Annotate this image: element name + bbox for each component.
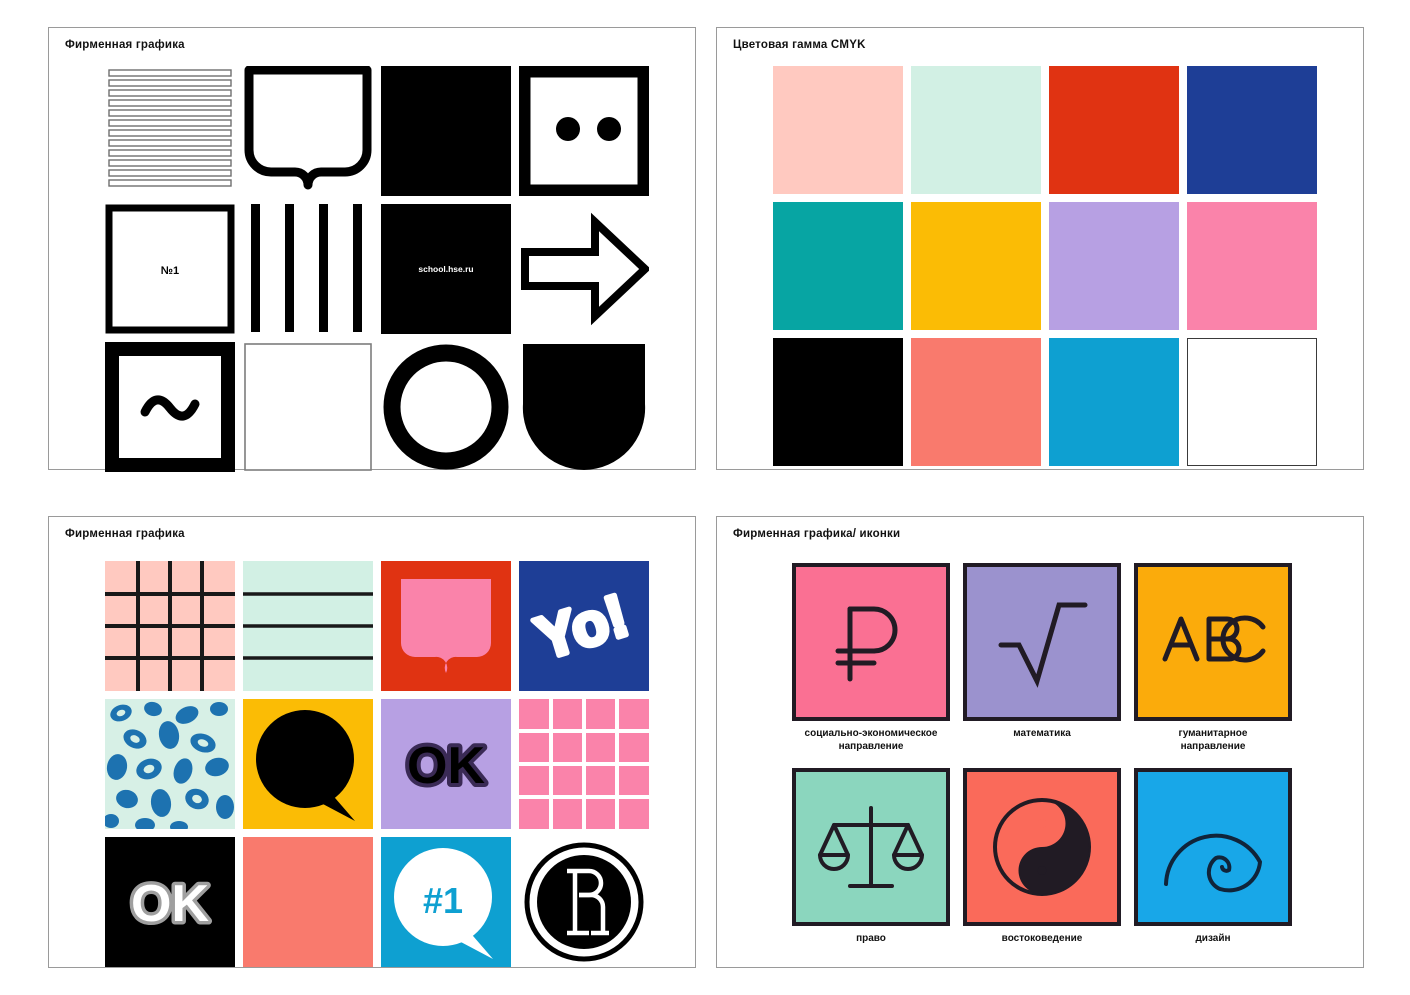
panel-brand-graphics-patterns: Фирменная графика Yo! OK OK #1 — [48, 516, 696, 968]
swatch-red-orange — [1049, 66, 1179, 194]
ruble-sign-icon — [835, 606, 898, 682]
icon-humanities: гуманитарное направление — [1134, 563, 1292, 761]
square-root-icon — [998, 602, 1088, 688]
number-one-label: №1 — [161, 265, 179, 277]
icon-design-box — [1134, 768, 1292, 926]
pink-tile-grid-tile — [519, 699, 649, 829]
swatch-lavender — [1049, 202, 1179, 330]
icon-oriental-studies-box — [963, 768, 1121, 926]
spiral-icon — [1164, 833, 1263, 893]
icon-social-economics: социально-экономическое направление — [792, 563, 950, 761]
pattern-graphics-grid: Yo! OK OK #1 — [105, 561, 649, 967]
icon-design-label: дизайн — [1195, 933, 1231, 944]
balance-scales-icon — [818, 806, 924, 888]
cmyk-swatch-grid — [773, 66, 1317, 466]
icon-oriental-studies-label: востоковедение — [1001, 933, 1083, 944]
icon-social-economics-label: социально-экономическое направление — [804, 728, 938, 752]
pink-checker-grid-tile — [105, 561, 235, 691]
ok-label-outline: OK — [407, 737, 485, 795]
ok-white-on-black-tile: OK — [105, 837, 235, 967]
horizontal-stripes-tile — [105, 66, 235, 196]
swatch-salmon — [911, 338, 1041, 466]
icon-mathematics-label: математика — [1013, 728, 1071, 739]
solid-black-square-tile — [381, 66, 511, 196]
shield-solid-tile — [519, 342, 649, 472]
swatch-white — [1187, 338, 1317, 466]
swatch-royal-blue — [1187, 66, 1317, 194]
tilde-frame-tile — [105, 342, 235, 472]
brand-guideline-page: Фирменная графика №1 school.hse.ru Цвето… — [0, 0, 1410, 995]
icon-design: дизайн — [1134, 768, 1292, 966]
swatch-sky-blue — [1049, 338, 1179, 466]
yin-yang-icon — [993, 798, 1091, 896]
url-label: school.hse.ru — [418, 264, 473, 274]
swatch-teal — [773, 202, 903, 330]
icon-law: право — [792, 768, 950, 966]
swatch-amber — [911, 202, 1041, 330]
vertical-stripes-tile — [243, 204, 373, 334]
icon-mathematics: математика — [963, 563, 1121, 761]
panel-brand-graphics-mono: Фирменная графика №1 school.hse.ru — [48, 27, 696, 472]
two-dots-frame-tile — [519, 66, 649, 196]
icon-law-box — [792, 768, 950, 926]
panel-title: Цветовая гамма CMYK — [733, 39, 866, 51]
mint-rules-tile — [243, 561, 373, 691]
icon-humanities-box — [1134, 563, 1292, 721]
shield-outline-tile — [243, 66, 373, 196]
mono-graphics-grid: №1 school.hse.ru — [105, 66, 649, 472]
pink-shield-on-red-tile — [381, 561, 511, 691]
icon-humanities-label: гуманитарное направление — [1178, 728, 1248, 752]
speech-bubble-tile — [243, 699, 373, 829]
icon-law-label: право — [856, 933, 886, 944]
panel-brand-graphics-icons: Фирменная графика/ иконки социально-экон… — [716, 516, 1364, 968]
ok-label-solid: OK — [131, 875, 209, 933]
icon-mathematics-box — [963, 563, 1121, 721]
panel-cmyk-palette: Цветовая гамма CMYK — [716, 27, 1364, 470]
solid-salmon-tile — [243, 837, 373, 967]
ring-circle-tile — [381, 342, 511, 472]
swatch-blush-pink — [773, 66, 903, 194]
icon-social-economics-box — [792, 563, 950, 721]
swatch-mint — [911, 66, 1041, 194]
panel-title: Фирменная графика — [65, 528, 185, 540]
arrow-outline-tile — [519, 204, 649, 334]
swatch-black — [773, 338, 903, 466]
leopard-print-tile — [105, 699, 235, 829]
panel-title: Фирменная графика — [65, 39, 185, 51]
url-black-square-tile: school.hse.ru — [381, 204, 511, 334]
swatch-hot-pink — [1187, 202, 1317, 330]
number-one-square-tile: №1 — [105, 204, 235, 334]
icon-oriental-studies: востоковедение — [963, 768, 1121, 966]
yo-exclaim-tile: Yo! — [519, 561, 649, 691]
hashtag-one-label: #1 — [423, 880, 463, 921]
hse-monogram-tile — [519, 837, 649, 967]
empty-square-tile — [243, 342, 373, 472]
ok-outline-lavender-tile: OK — [381, 699, 511, 829]
panel-title: Фирменная графика/ иконки — [733, 528, 901, 540]
hashtag-one-bubble-tile: #1 — [381, 837, 511, 967]
subject-icon-grid: социально-экономическое направление матем… — [792, 563, 1292, 966]
abc-letters-icon — [1162, 615, 1266, 663]
